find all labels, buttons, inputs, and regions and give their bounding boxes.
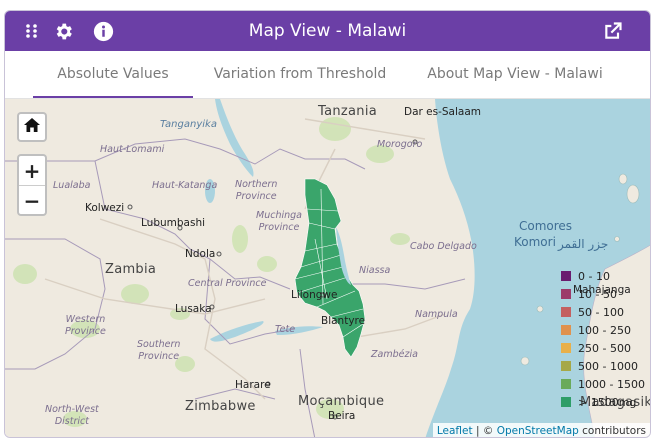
openstreetmap-link[interactable]: OpenStreetMap [497, 425, 579, 437]
legend-item: 1000 - 1500 [561, 375, 645, 393]
legend-swatch [561, 343, 571, 353]
label-southern-province: Southern Province [137, 339, 181, 362]
island [618, 173, 628, 185]
lake-tanganyika [215, 99, 254, 177]
island [626, 184, 640, 204]
tab-absolute-values[interactable]: Absolute Values [33, 51, 193, 98]
home-button[interactable] [17, 112, 47, 142]
island [614, 236, 620, 242]
protected-areas [13, 117, 410, 427]
page-title: Map View - Malawi [248, 21, 407, 41]
label-lilongwe: Lilongwe [291, 289, 338, 301]
label-haut-katanga: Haut-Katanga [152, 180, 218, 191]
legend-swatch [561, 271, 571, 281]
legend-item: 500 - 1000 [561, 357, 638, 375]
island [536, 305, 544, 313]
tab-about-map-view[interactable]: About Map View - Malawi [415, 51, 615, 98]
label-cabo-delgado: Cabo Delgado [410, 241, 477, 252]
lake-kariba [210, 321, 264, 342]
legend-swatch [561, 307, 571, 317]
legend-swatch [561, 397, 571, 407]
label-zambezia: Zambézia [371, 349, 418, 360]
label-zambia: Zambia [105, 262, 157, 277]
label-central-province: Central Province [188, 278, 267, 289]
label-komori: Komori [514, 235, 556, 249]
label-lubumbashi: Lubumbashi [141, 217, 206, 229]
label-mozambique: Moçambique [298, 394, 385, 409]
label-zimbabwe: Zimbabwe [185, 399, 256, 414]
map-view-panel: Map View - Malawi Absolute Values Variat… [4, 10, 651, 438]
label-western-province: Western Province [65, 314, 106, 337]
legend-swatch [561, 379, 571, 389]
label-lualaba: Lualaba [53, 180, 91, 191]
external-link-icon[interactable] [602, 20, 624, 42]
label-dar-es-salaam: Dar es-Salaam [404, 106, 482, 118]
label-morogoro: Morogoro [377, 139, 423, 150]
label-muchinga-province: Muchinga Province [256, 210, 302, 233]
title-bar: Map View - Malawi [5, 11, 650, 51]
label-tanzania: Tanzania [318, 104, 378, 119]
label-northern-province: Northern Province [235, 179, 278, 202]
island [520, 356, 530, 366]
label-niassa: Niassa [359, 265, 391, 276]
label-kolwezi: Kolwezi [85, 202, 125, 214]
label-komori-arabic: جزر القمر [558, 237, 609, 251]
zoom-out-button[interactable]: − [19, 186, 45, 215]
legend-item: > 1500mg [561, 393, 636, 411]
label-harare: Harare [235, 379, 271, 391]
label-haut-lomami: Haut-Lomami [100, 144, 165, 155]
label-beira: Beira [328, 410, 356, 422]
tab-variation-from-threshold[interactable]: Variation from Threshold [205, 51, 395, 98]
map-attribution: Leaflet | © OpenStreetMap contributors [432, 423, 650, 437]
zoom-in-button[interactable]: + [19, 156, 45, 186]
legend-item: 0 - 10 [561, 267, 610, 285]
label-comores: Comores [519, 219, 573, 233]
legend-item: 10 - 50 [561, 285, 617, 303]
legend-swatch [561, 361, 571, 371]
leaflet-link[interactable]: Leaflet [437, 425, 473, 437]
label-tanganyika: Tanganyika [160, 119, 217, 130]
home-icon [23, 117, 41, 137]
label-blantyre: Blantyre [321, 315, 366, 327]
label-nampula: Nampula [415, 309, 458, 320]
label-tete: Tete [275, 324, 296, 335]
legend-swatch [561, 325, 571, 335]
label-north-west-district: North-West District [45, 404, 99, 427]
map-canvas[interactable]: Tanzania Dar es-Salaam Tanganyika Haut-L… [5, 99, 650, 437]
zoom-control: + − [17, 154, 47, 216]
legend-swatch [561, 289, 571, 299]
legend-item: 250 - 500 [561, 339, 631, 357]
legend-item: 50 - 100 [561, 303, 624, 321]
legend-item: 100 - 250 [561, 321, 631, 339]
label-ndola: Ndola [185, 248, 216, 260]
label-lusaka: Lusaka [175, 303, 212, 315]
tab-bar: Absolute Values Variation from Threshold… [5, 51, 650, 99]
